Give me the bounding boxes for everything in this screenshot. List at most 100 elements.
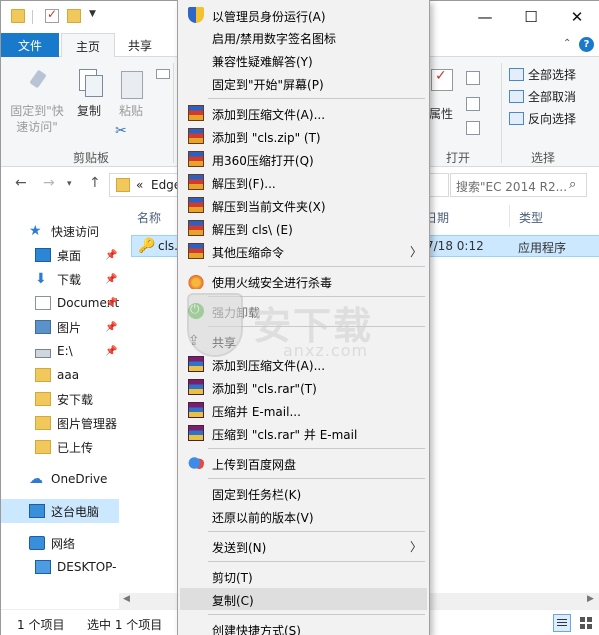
details-view-icon[interactable] xyxy=(553,614,571,632)
menu-item-cut[interactable]: 剪切(T) xyxy=(180,565,427,587)
forward-arrow-icon[interactable]: → xyxy=(43,175,55,191)
open-icon[interactable] xyxy=(466,71,480,85)
nav-item-this-pc[interactable]: 这台电脑 xyxy=(1,499,119,523)
winrar-icon xyxy=(188,402,204,418)
select-all-button[interactable]: 全部选择 xyxy=(509,65,576,83)
menu-item-huorong-scan[interactable]: 使用火绒安全进行杀毒 xyxy=(180,270,427,292)
properties-quick-icon[interactable] xyxy=(45,7,59,23)
tab-file[interactable]: 文件 xyxy=(1,33,59,57)
history-icon[interactable] xyxy=(466,121,480,135)
search-input[interactable]: 搜索"EC 2014 R2... ⌕ xyxy=(450,173,587,197)
scissors-icon[interactable]: ✂ xyxy=(115,123,127,139)
address-input[interactable]: « Edge xyxy=(109,173,181,197)
menu-item-compat-troubleshoot[interactable]: 兼容性疑难解答(Y) xyxy=(180,49,427,71)
nav-item-documents[interactable]: Documents 📌 xyxy=(1,291,119,315)
breadcrumb-overflow[interactable]: « xyxy=(136,178,143,192)
menu-item-copy[interactable]: 复制(C) xyxy=(180,588,427,610)
menu-item-add-to-zip[interactable]: 添加到 "cls.zip" (T) xyxy=(180,125,427,147)
menu-item-restore-versions[interactable]: 还原以前的版本(V) xyxy=(180,505,427,527)
network-icon xyxy=(29,536,45,550)
recent-locations-icon[interactable]: ▾ xyxy=(67,179,72,189)
menu-item-extract-to[interactable]: 解压到(F)... xyxy=(180,171,427,193)
nav-item-downloads[interactable]: ⬇ 下载 📌 xyxy=(1,267,119,291)
copy-button[interactable]: 复制 xyxy=(71,69,107,119)
column-header-name[interactable]: 名称 xyxy=(137,209,161,226)
properties-icon[interactable] xyxy=(431,68,453,91)
menu-item-compress-email[interactable]: 压缩并 E-mail... xyxy=(180,399,427,421)
nav-item-drive-e[interactable]: E:\ 📌 xyxy=(1,339,119,363)
nav-item-aaa[interactable]: aaa xyxy=(1,363,119,387)
close-button[interactable]: ✕ xyxy=(554,1,599,33)
menu-item-send-to[interactable]: 发送到(N) 〉 xyxy=(180,535,427,557)
menu-item-label: 使用火绒安全进行杀毒 xyxy=(212,276,333,290)
chevron-up-icon[interactable]: ⌃ xyxy=(563,38,571,49)
up-arrow-icon[interactable]: ↑ xyxy=(89,175,101,191)
status-selected-count: 选中 1 个项目 xyxy=(87,618,163,632)
invert-selection-icon xyxy=(509,111,524,125)
menu-item-upload-baidu[interactable]: 上传到百度网盘 xyxy=(180,452,427,474)
menu-item-run-as-admin[interactable]: 以管理员身份运行(A) xyxy=(180,4,427,26)
menu-item-add-to-archive[interactable]: 添加到压缩文件(A)... xyxy=(180,102,427,124)
menu-item-pin-start[interactable]: 固定到"开始"屏幕(P) xyxy=(180,72,427,94)
menu-item-extract-to-cls[interactable]: 解压到 cls\ (E) xyxy=(180,217,427,239)
pin-quick-access-button[interactable]: 固定到"快速访问" xyxy=(7,69,67,135)
pin-quick-access-label: 固定到"快速访问" xyxy=(10,104,64,134)
nav-item-onedrive[interactable]: ☁ OneDrive xyxy=(1,467,119,491)
menu-item-label: 固定到任务栏(K) xyxy=(212,488,302,502)
nav-item-pictures[interactable]: 图片 📌 xyxy=(1,315,119,339)
tab-home[interactable]: 主页 xyxy=(61,33,115,58)
menu-item-other-compress[interactable]: 其他压缩命令 〉 xyxy=(180,240,427,262)
folder-icon xyxy=(35,392,51,406)
scroll-left-icon[interactable]: ◀ xyxy=(123,594,130,604)
properties-label[interactable]: 属性 xyxy=(429,105,453,122)
qat-dropdown-icon[interactable]: ▼ xyxy=(89,9,96,19)
archive-icon xyxy=(188,105,204,121)
back-arrow-icon[interactable]: ← xyxy=(15,175,27,191)
refresh-button[interactable] xyxy=(429,173,449,197)
menu-item-force-uninstall[interactable]: 强力卸载 xyxy=(180,300,427,322)
menu-item-create-shortcut[interactable]: 创建快捷方式(S) xyxy=(180,618,427,635)
nav-item-desktop-pc[interactable]: DESKTOP- xyxy=(1,555,119,579)
nav-item-label: 快速访问 xyxy=(51,224,100,239)
pin-icon: 📌 xyxy=(105,297,118,309)
copy-label: 复制 xyxy=(76,104,101,118)
nav-item-picture-manager[interactable]: 图片管理器 xyxy=(1,411,119,435)
scroll-right-icon[interactable]: ▶ xyxy=(587,594,594,604)
maximize-button[interactable]: ☐ xyxy=(508,1,554,33)
menu-item-share[interactable]: ⇪ 共享 xyxy=(180,330,427,352)
menu-item-extract-here[interactable]: 解压到当前文件夹(X) xyxy=(180,194,427,216)
large-icons-view-icon[interactable] xyxy=(577,614,595,632)
column-divider[interactable] xyxy=(509,205,510,227)
menu-separator xyxy=(208,531,425,532)
menu-item-signature-icon[interactable]: 启用/禁用数字签名图标 xyxy=(180,26,427,48)
invert-selection-button[interactable]: 反向选择 xyxy=(509,109,576,127)
tab-share[interactable]: 共享 xyxy=(117,33,163,58)
help-icon[interactable]: ? xyxy=(579,37,594,52)
paste-button[interactable]: 粘贴 xyxy=(113,69,149,119)
archive-icon xyxy=(188,197,204,213)
nav-item-network[interactable]: 网络 xyxy=(1,531,119,555)
select-none-button[interactable]: 全部取消 xyxy=(509,87,576,105)
nav-item-label: 下载 xyxy=(57,272,82,287)
menu-item-add-to-rar[interactable]: 添加到 "cls.rar"(T) xyxy=(180,376,427,398)
column-header-type[interactable]: 类型 xyxy=(519,209,543,226)
edit-icon[interactable] xyxy=(466,97,480,111)
minimize-button[interactable]: — xyxy=(462,1,508,33)
monitor-icon xyxy=(35,560,51,574)
nav-item-quick-access[interactable]: ★ 快速访问 xyxy=(1,219,119,243)
archive-icon xyxy=(188,151,204,167)
nav-item-anxz[interactable]: 安下载 xyxy=(1,387,119,411)
new-folder-quick-icon[interactable] xyxy=(67,9,81,23)
nav-item-uploaded[interactable]: 已上传 xyxy=(1,435,119,459)
computer-icon xyxy=(29,504,45,518)
menu-item-open-360zip[interactable]: 用360压缩打开(Q) xyxy=(180,148,427,170)
menu-item-winrar-add-archive[interactable]: 添加到压缩文件(A)... xyxy=(180,353,427,375)
nav-item-desktop[interactable]: 桌面 📌 xyxy=(1,243,119,267)
archive-icon xyxy=(188,174,204,190)
desktop-icon xyxy=(35,248,51,262)
clipboard-group-label: 剪贴板 xyxy=(73,151,110,165)
search-icon[interactable]: ⌕ xyxy=(569,177,576,192)
copy-path-icon[interactable] xyxy=(156,69,170,79)
menu-item-compress-rar-email[interactable]: 压缩到 "cls.rar" 并 E-mail xyxy=(180,422,427,444)
menu-item-pin-taskbar[interactable]: 固定到任务栏(K) xyxy=(180,482,427,504)
